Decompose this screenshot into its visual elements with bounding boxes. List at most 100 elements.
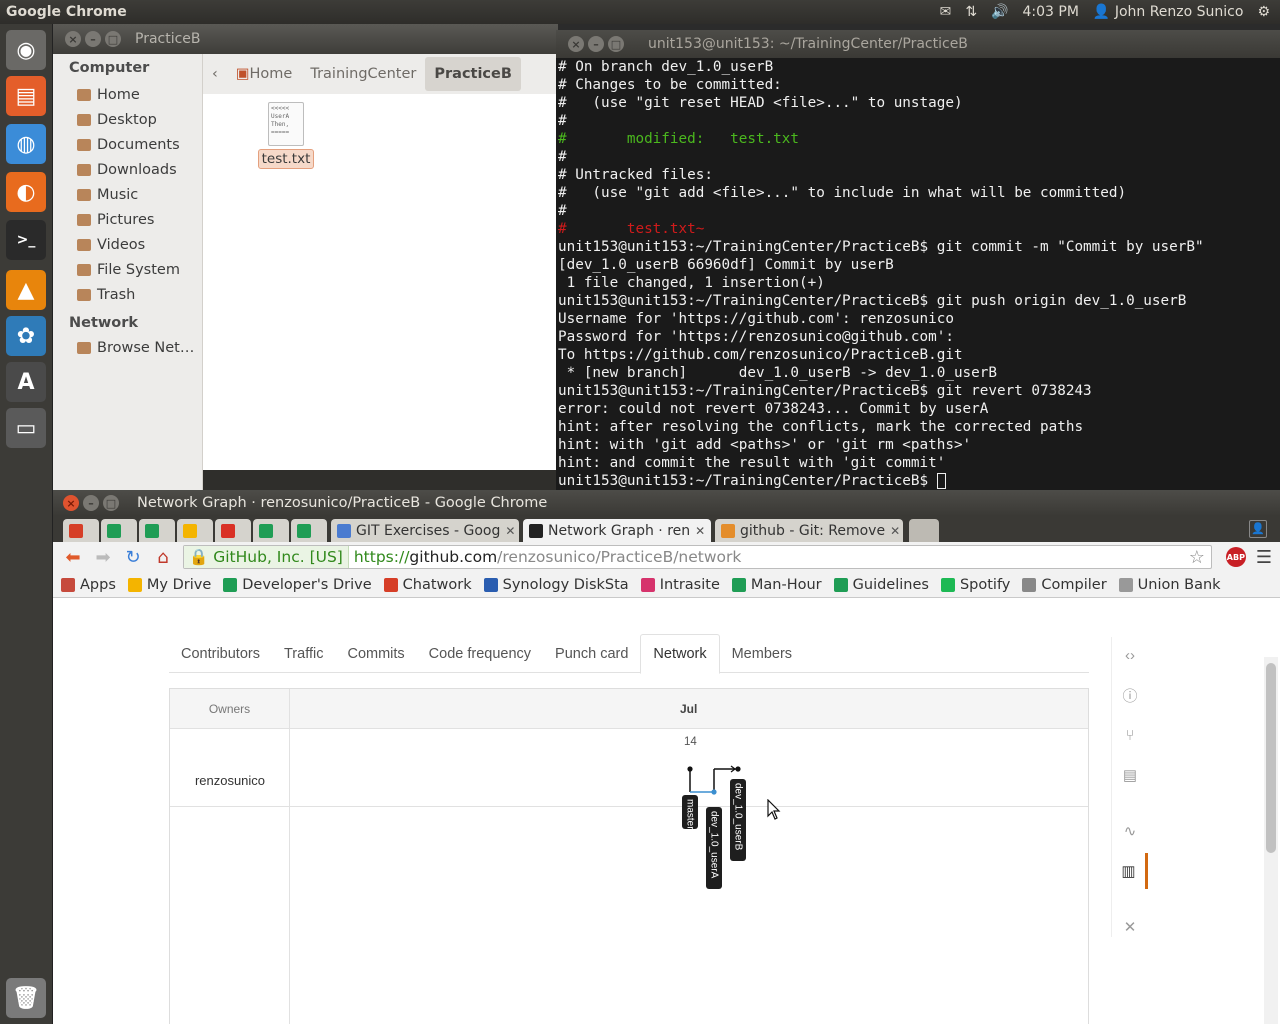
chrome-menu-icon[interactable]: ☰ [1256,547,1272,568]
sidebar-item-home[interactable]: Home [53,82,202,107]
tab-close-icon[interactable]: ✕ [505,524,515,538]
graphs-icon[interactable]: ▥ [1112,853,1148,889]
reload-icon[interactable]: ↻ [123,547,143,568]
breadcrumb-back-icon[interactable]: ‹ [203,57,227,91]
branch-label: master [684,799,695,830]
tab-network[interactable]: Network [640,634,720,674]
sidebar-item-pictures[interactable]: Pictures [53,207,202,232]
tab-git[interactable]: GIT Exercises - Goog ✕ [331,519,519,542]
bookmark-developer-s-drive[interactable]: Developer's Drive [223,577,372,593]
mail-icon[interactable]: ✉ [940,4,952,20]
pull-request-icon[interactable]: ⑂ [1112,717,1148,753]
tab-github[interactable]: github - Git: Remove ✕ [715,519,903,542]
files-icon[interactable]: ▤ [6,76,46,116]
ev-certificate-badge[interactable]: 🔒 GitHub, Inc. [US] [184,546,349,568]
tab-traffic[interactable]: Traffic [272,634,335,673]
settings-icon[interactable]: ✕ [1112,909,1148,945]
network-graph[interactable]: Owners Jul renzosunico 14 master dev_1.0_… [169,688,1089,1024]
font-viewer-icon[interactable]: A [6,362,46,402]
close-icon[interactable]: × [568,36,584,52]
tab-pinned[interactable] [139,519,175,542]
adblock-icon[interactable]: ABP [1225,547,1246,567]
app-icon[interactable]: ✿ [6,316,46,356]
back-icon[interactable]: ⬅ [63,547,83,568]
sidebar-item-browse-network[interactable]: Browse Net… [53,335,202,360]
bookmark-my-drive[interactable]: My Drive [127,577,211,593]
breadcrumb-practiceb[interactable]: PracticeB [425,57,521,91]
sidebar-item-desktop[interactable]: Desktop [53,107,202,132]
tab-pinned[interactable] [177,519,213,542]
settings-icon[interactable]: ⚙ [1257,4,1270,20]
tab-pinned[interactable] [253,519,289,542]
minimize-icon[interactable]: – [588,36,604,52]
address-bar[interactable]: 🔒 GitHub, Inc. [US] https://github.com/r… [183,545,1212,569]
vlc-icon[interactable]: ▲ [6,270,46,310]
new-tab-button[interactable] [909,519,939,542]
clock[interactable]: 4:03 PM [1023,4,1079,20]
tab-punch-card[interactable]: Punch card [543,634,640,673]
tab-pinned[interactable] [101,519,137,542]
bookmark-compiler[interactable]: Compiler [1022,577,1107,593]
tab-close-icon[interactable]: ✕ [890,524,900,538]
tab-network[interactable]: Network Graph · ren ✕ [523,519,711,542]
tab-code-frequency[interactable]: Code frequency [417,634,543,673]
bookmark-spotify[interactable]: Spotify [940,577,1010,593]
bookmark-chatwork[interactable]: Chatwork [383,577,472,593]
maximize-icon[interactable]: □ [105,31,121,47]
sidebar-item-videos[interactable]: Videos [53,232,202,257]
trash-icon[interactable]: 🗑 [6,978,46,1018]
bookmark-apps[interactable]: Apps [61,577,116,593]
breadcrumb-home[interactable]: ▣ Home [227,57,302,91]
wiki-icon[interactable]: ▤ [1112,757,1148,793]
profile-icon[interactable]: 👤 [1249,520,1267,538]
pulse-icon[interactable]: ∿ [1112,813,1148,849]
owner-name[interactable]: renzosunico [170,773,290,788]
tab-members[interactable]: Members [720,634,804,673]
sidebar-item-music[interactable]: Music [53,182,202,207]
bookmark-union-bank[interactable]: Union Bank [1118,577,1221,593]
tab-pinned[interactable] [215,519,251,542]
bookmark-man-hour[interactable]: Man-Hour [731,577,822,593]
terminal-line: # test.txt~ [558,220,1278,238]
chrome-icon[interactable]: ◍ [6,124,46,164]
tab-contributors[interactable]: Contributors [169,634,272,673]
breadcrumb-trainingcenter[interactable]: TrainingCenter [301,57,425,91]
tab-pinned[interactable] [291,519,327,542]
home-icon[interactable]: ⌂ [153,547,173,568]
minimize-icon[interactable]: – [83,495,99,511]
window-icon[interactable]: ▭ [6,408,46,448]
tab-close-icon[interactable]: ✕ [695,524,705,538]
terminal-output[interactable]: # On branch dev_1.0_userB # Changes to be… [558,58,1278,490]
page-scrollbar[interactable] [1264,657,1278,1024]
sidebar-item-downloads[interactable]: Downloads [53,157,202,182]
volume-icon[interactable]: 🔊 [991,4,1008,20]
forward-icon[interactable]: ➡ [93,547,113,568]
guidelines-icon [833,577,848,592]
bookmark-guidelines[interactable]: Guidelines [833,577,929,593]
network-graph-canvas[interactable]: master dev_1.0_userA dev_1.0_userB [670,749,750,899]
issues-icon[interactable]: ⓘ [1112,677,1148,713]
user-menu[interactable]: 👤 John Renzo Sunico [1093,4,1244,20]
commit-dot [735,766,741,772]
terminal-icon[interactable]: >_ [6,220,46,260]
file-item[interactable]: <<<<< UserA Then, ===== test.txt [256,102,316,169]
close-icon[interactable]: × [63,495,79,511]
bookmark-synology-disksta[interactable]: Synology DiskSta [483,577,629,593]
minimize-icon[interactable]: – [85,31,101,47]
network-icon[interactable]: ⇅ [965,4,977,20]
sidebar-item-documents[interactable]: Documents [53,132,202,157]
tab-commits[interactable]: Commits [335,634,416,673]
sidebar-item-file-system[interactable]: File System [53,257,202,282]
code-icon[interactable]: ‹› [1112,637,1148,673]
bookmark-star-icon[interactable]: ☆ [1189,547,1205,568]
maximize-icon[interactable]: □ [103,495,119,511]
close-icon[interactable]: × [65,31,81,47]
bookmark-intrasite[interactable]: Intrasite [640,577,720,593]
file-area[interactable]: <<<<< UserA Then, ===== test.txt [203,94,558,470]
ubuntu-dash-icon[interactable]: ◉ [6,30,46,70]
tab-pinned[interactable] [63,519,99,542]
sidebar-item-trash[interactable]: Trash [53,282,202,307]
maximize-icon[interactable]: □ [608,36,624,52]
scrollbar-thumb[interactable] [1266,663,1276,853]
firefox-icon[interactable]: ◐ [6,172,46,212]
